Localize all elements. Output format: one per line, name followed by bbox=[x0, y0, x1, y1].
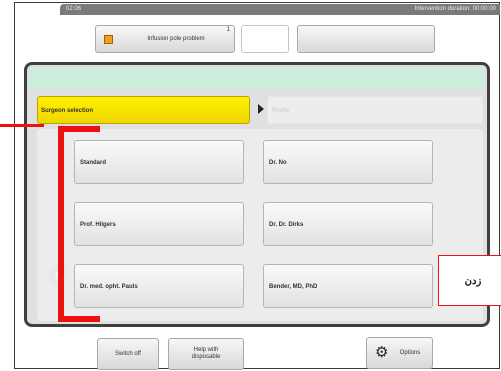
top-empty-button[interactable] bbox=[241, 25, 289, 53]
annotation-bracket bbox=[58, 126, 100, 322]
surgeon-grid: ❮ Standard Dr. No Prof. Hilgers Dr. Dr. … bbox=[37, 129, 483, 321]
switch-off-label: Switch off bbox=[115, 350, 141, 357]
warning-indicator-icon bbox=[104, 35, 113, 44]
options-button[interactable]: ⚙ Options bbox=[366, 337, 433, 369]
switch-off-button[interactable]: Switch off bbox=[97, 338, 159, 370]
tab-surgeon-selection[interactable]: Surgeon selection bbox=[37, 96, 250, 124]
tab-arrow-icon bbox=[258, 104, 264, 114]
annotation-callout: زدن bbox=[438, 255, 501, 306]
intervention-duration: Intervention duration: 00:00:00 bbox=[414, 6, 496, 12]
status-time: 02:06 bbox=[66, 6, 82, 12]
surgeon-button-bender[interactable]: Bender, MD, PhD bbox=[263, 264, 433, 308]
surgeon-button-dr-dr-dirks[interactable]: Dr. Dr. Dirks bbox=[263, 202, 433, 246]
gear-icon: ⚙ bbox=[375, 344, 389, 361]
tab-profile[interactable]: Profile bbox=[267, 96, 483, 124]
help-disposable-button[interactable]: Help with disposable bbox=[168, 338, 244, 370]
alarm-button[interactable]: Infusion pole problem 1 bbox=[95, 25, 235, 53]
help-disposable-label: Help with disposable bbox=[191, 347, 221, 360]
alarm-count: 1 bbox=[226, 27, 230, 33]
status-bar: 02:06 Intervention duration: 00:00:00 bbox=[60, 4, 500, 15]
options-label: Options bbox=[399, 350, 421, 356]
alarm-label: Infusion pole problem bbox=[147, 36, 205, 42]
surgeon-button-dr-no[interactable]: Dr. No bbox=[263, 140, 433, 184]
panel-header bbox=[29, 67, 484, 89]
annotation-pointer-line bbox=[0, 124, 44, 127]
top-blank-button[interactable] bbox=[297, 25, 435, 53]
